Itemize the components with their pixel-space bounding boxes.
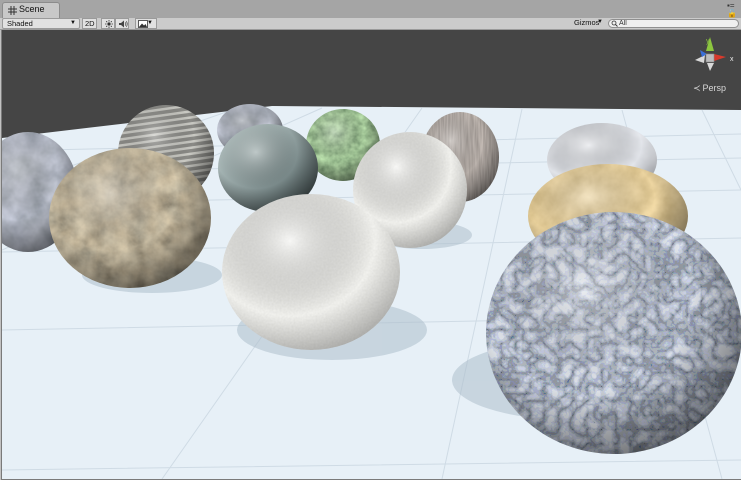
axis-neg-x-cone[interactable]	[695, 55, 705, 63]
axis-neg-y-cone[interactable]	[707, 63, 714, 71]
axis-x-cone[interactable]	[714, 54, 726, 61]
dropdown-arrow-icon: ▼	[597, 19, 603, 25]
grid-icon	[8, 6, 17, 15]
projection-text: Persp	[702, 83, 727, 93]
audio-toggle[interactable]	[115, 18, 129, 29]
view-2d-label: 2D	[85, 19, 95, 28]
shading-mode-dropdown[interactable]: Shaded ▼	[2, 18, 80, 29]
tab-scene[interactable]: Scene	[2, 2, 60, 18]
tab-strip: Scene ▪= 🔓	[0, 0, 741, 19]
gizmos-label: Gizmos	[574, 18, 600, 27]
axis-x-label: x	[730, 56, 734, 63]
dropdown-arrow-icon: ▼	[70, 20, 76, 26]
window-controls: ▪= 🔓	[727, 2, 737, 18]
sun-icon	[105, 20, 113, 28]
effects-dropdown[interactable]: ▼	[135, 18, 157, 29]
scene-window: Scene ▪= 🔓 Shaded ▼ 2D ▼ Gizmos ▼ All y …	[0, 0, 741, 480]
shading-mode-label: Shaded	[7, 19, 33, 28]
scene-toolbar: Shaded ▼ 2D ▼ Gizmos ▼	[0, 18, 741, 30]
view-2d-toggle[interactable]: 2D	[82, 18, 97, 29]
gizmo-center-cube[interactable]	[705, 53, 715, 63]
dropdown-arrow-icon: ▼	[147, 20, 153, 26]
search-icon	[611, 20, 618, 27]
gizmos-dropdown[interactable]: Gizmos ▼	[572, 18, 606, 29]
orientation-gizmo[interactable]: y x	[690, 33, 740, 83]
scene-render	[2, 30, 741, 479]
projection-mode-label[interactable]: ≺ Persp	[693, 83, 733, 94]
speaker-icon	[119, 20, 128, 28]
search-input[interactable]	[619, 20, 734, 27]
axis-y-label: y	[706, 38, 710, 45]
scene-viewport[interactable]: y x ≺ Persp	[1, 30, 741, 480]
tab-scene-label: Scene	[19, 4, 45, 14]
lighting-toggle[interactable]	[101, 18, 115, 29]
hierarchy-search[interactable]	[608, 19, 739, 28]
lock-icon[interactable]: 🔓	[727, 10, 737, 18]
perspective-icon: ≺	[693, 83, 701, 93]
